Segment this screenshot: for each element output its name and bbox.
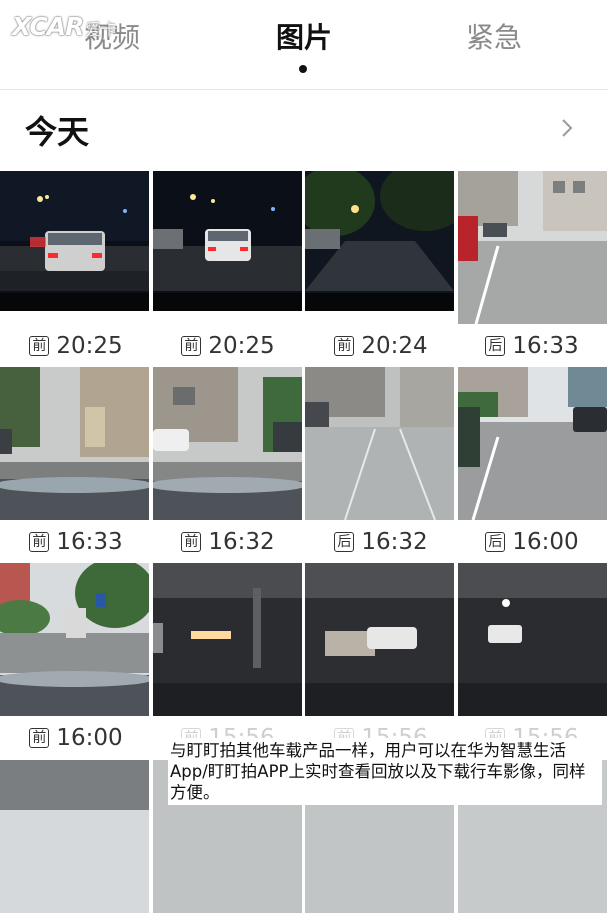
photo-thumbnail[interactable] (305, 563, 454, 716)
photo-caption: 前 16:32 (152, 526, 304, 558)
photo-thumbnail[interactable] (458, 367, 607, 520)
photo-time: 20:25 (56, 333, 123, 359)
photo-time: 16:33 (56, 529, 123, 555)
camera-badge: 前 (334, 336, 355, 356)
photo-caption: 前 20:25 (0, 330, 152, 362)
photo-thumbnail[interactable] (305, 367, 454, 520)
tab-bar: 视频 图片 紧急 XCAR 爱卡 (0, 0, 608, 88)
camera-badge: 前 (29, 532, 50, 552)
section-title: 今天 (25, 113, 90, 151)
photo-time: 16:00 (512, 529, 579, 555)
photo-caption: 后 16:32 (305, 526, 457, 558)
photo-caption: 前 20:24 (305, 330, 457, 362)
photo-thumbnail[interactable] (458, 563, 607, 716)
camera-badge: 前 (29, 728, 50, 748)
photo-thumbnail[interactable] (305, 171, 454, 324)
photo-thumbnail[interactable] (458, 171, 607, 324)
photo-thumbnail[interactable] (0, 760, 149, 913)
tab-emergency[interactable]: 紧急 (444, 18, 544, 58)
camera-badge: 后 (334, 532, 355, 552)
overlay-caption: 与盯盯拍其他车载产品一样，用户可以在华为智慧生活App/盯盯拍APP上实时查看回… (168, 738, 602, 805)
photo-caption: 前 20:25 (152, 330, 304, 362)
photo-time: 16:00 (56, 725, 123, 751)
photo-thumbnail[interactable] (153, 171, 302, 324)
camera-badge: 后 (485, 532, 506, 552)
photo-time: 20:25 (208, 333, 275, 359)
photo-thumbnail[interactable] (0, 367, 149, 520)
photo-caption: 后 16:00 (456, 526, 608, 558)
photo-caption: 前 16:00 (0, 722, 152, 754)
active-tab-indicator (299, 65, 307, 73)
watermark-logo: XCAR 爱卡 (12, 12, 118, 41)
camera-badge: 前 (181, 336, 202, 356)
photo-time: 16:33 (512, 333, 579, 359)
camera-badge: 前 (29, 336, 50, 356)
photo-thumbnail[interactable] (153, 563, 302, 716)
chevron-right-icon[interactable] (556, 117, 578, 139)
photo-thumbnail[interactable] (153, 367, 302, 520)
tab-photos[interactable]: 图片 (254, 18, 354, 58)
photo-caption: 后 16:33 (456, 330, 608, 362)
photo-thumbnail[interactable] (0, 171, 149, 324)
camera-badge: 前 (181, 532, 202, 552)
photo-time: 16:32 (208, 529, 275, 555)
photo-time: 16:32 (361, 529, 428, 555)
photo-caption: 前 16:33 (0, 526, 152, 558)
photo-time: 20:24 (361, 333, 428, 359)
camera-badge: 后 (485, 336, 506, 356)
section-today-header[interactable]: 今天 (0, 90, 608, 170)
photo-thumbnail[interactable] (0, 563, 149, 716)
